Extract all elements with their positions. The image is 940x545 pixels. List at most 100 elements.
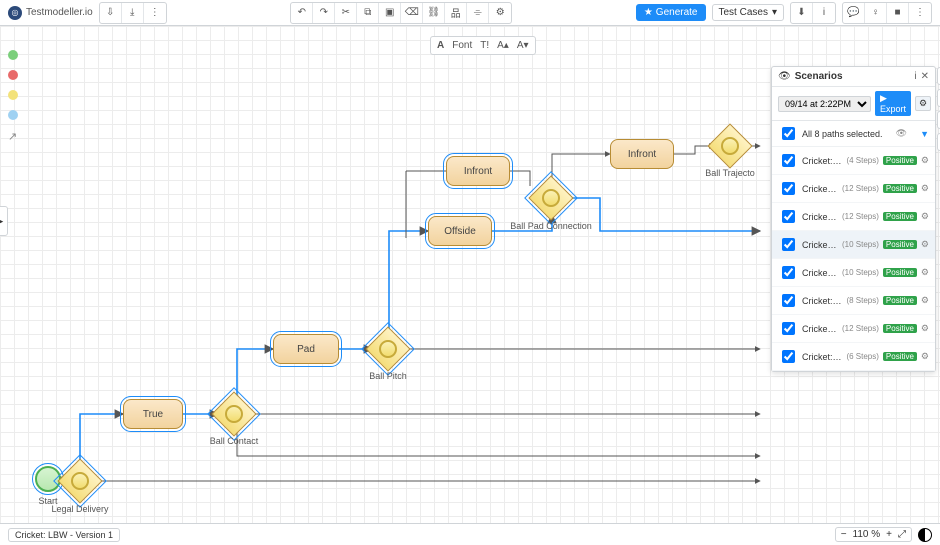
select-all-label: All 8 paths selected. (802, 129, 883, 139)
scenario-steps: (12 Steps) (842, 324, 879, 333)
rb-download-icon[interactable]: ⬇ (791, 3, 813, 23)
scenario-settings-icon[interactable]: ⚙ (921, 267, 929, 278)
scenario-item[interactable]: Cricket: LBW_Not Out3(10 Steps)Positive⚙ (772, 259, 935, 287)
scenarios-title: Scenarios (795, 71, 911, 82)
scenario-steps: (4 Steps) (846, 156, 878, 165)
scenario-item[interactable]: Cricket: LBW_Not Out5(6 Steps)Positive⚙ (772, 343, 935, 371)
settings-icon[interactable]: ⚙ (489, 3, 511, 23)
scenario-checkbox[interactable] (782, 182, 795, 195)
scenario-checkbox[interactable] (782, 238, 795, 251)
right-toolbar-2: 💬 ♀ ■ ⋮ (842, 2, 932, 24)
palette-connector-icon[interactable]: ↗ (8, 130, 18, 140)
node-infront1[interactable]: Infront (446, 156, 510, 186)
text-style-icon[interactable]: T! (480, 40, 489, 51)
gateway-ball-trajectory[interactable] (707, 123, 752, 168)
visibility-icon[interactable]: 👁 (896, 128, 907, 139)
palette-yellow[interactable] (8, 90, 18, 100)
gateway-ball-contact[interactable] (211, 391, 256, 436)
cut-icon[interactable]: ✂ (335, 3, 357, 23)
expand-handle[interactable]: ▸ (0, 206, 8, 236)
theme-toggle[interactable] (918, 528, 932, 542)
node-pad[interactable]: Pad (273, 334, 339, 364)
gateway-legal-delivery[interactable] (57, 458, 102, 503)
node-true[interactable]: True (123, 399, 183, 429)
scenario-settings-icon[interactable]: ⚙ (921, 295, 929, 306)
scenario-name: Cricket: LBW_Out (802, 184, 838, 194)
scenario-badge: Positive (883, 296, 917, 305)
scenarios-info-icon[interactable]: i (914, 71, 916, 82)
help-icon[interactable]: ♀ (865, 3, 887, 23)
tb-import-icon[interactable]: ⇩ (100, 3, 122, 23)
scenario-checkbox[interactable] (782, 322, 795, 335)
scenario-settings-icon[interactable]: ⚙ (921, 351, 929, 362)
scenario-item[interactable]: Cricket: LBW_Not Out2(10 Steps)Positive⚙ (772, 231, 935, 259)
node-start[interactable] (35, 466, 61, 492)
test-cases-dropdown[interactable]: Test Cases ▾ (712, 4, 785, 21)
scenario-item[interactable]: Cricket: LBW_Not Out(4 Steps)Positive⚙ (772, 147, 935, 175)
scenario-settings-icon[interactable]: ⚙ (921, 211, 929, 222)
undo-icon[interactable]: ↶ (291, 3, 313, 23)
zoom-in-icon[interactable]: + (886, 529, 892, 540)
scenario-steps: (10 Steps) (842, 268, 879, 277)
palette-green[interactable] (8, 50, 18, 60)
align-icon[interactable]: ⌯ (467, 3, 489, 23)
zoom-control[interactable]: − 110 % + ⤢ (835, 527, 912, 542)
scenario-item[interactable]: Cricket: LBW_Out(12 Steps)Positive⚙ (772, 175, 935, 203)
gateway-ball-pad[interactable] (528, 175, 573, 220)
scenario-checkbox[interactable] (782, 294, 795, 307)
zoom-out-icon[interactable]: − (841, 529, 847, 540)
redo-icon[interactable]: ↷ (313, 3, 335, 23)
scenario-checkbox[interactable] (782, 154, 795, 167)
file-name[interactable]: Cricket: LBW - Version 1 (8, 528, 120, 542)
menu-icon[interactable]: ⋮ (909, 3, 931, 23)
tb-more-icon[interactable]: ⋮ (144, 3, 166, 23)
scenario-checkbox[interactable] (782, 210, 795, 223)
palette-blue[interactable] (8, 110, 18, 120)
scenario-checkbox[interactable] (782, 350, 795, 363)
font-decrease-icon[interactable]: A▾ (517, 40, 529, 51)
filter-icon[interactable]: ▼ (920, 129, 929, 139)
scenario-steps: (8 Steps) (846, 296, 878, 305)
gateway-ball-pitch[interactable] (365, 326, 410, 371)
select-all-checkbox[interactable] (782, 127, 795, 140)
options-icon[interactable]: ⚙ (915, 96, 931, 111)
scenario-settings-icon[interactable]: ⚙ (921, 323, 929, 334)
scenario-steps: (6 Steps) (846, 352, 878, 361)
rb-info-icon[interactable]: i (813, 3, 835, 23)
snapshot-select[interactable]: 09/14 at 2:22PM (778, 96, 871, 112)
scenario-item[interactable]: Cricket: LBW_Out1(12 Steps)Positive⚙ (772, 315, 935, 343)
node-infront2[interactable]: Infront (610, 139, 674, 169)
brand: ◎ Testmodeller.io (8, 6, 93, 20)
font-select[interactable]: Font (452, 40, 472, 51)
scenario-name: Cricket: LBW_Not Out1 (802, 212, 838, 222)
scenarios-close-icon[interactable]: ✕ (921, 71, 929, 82)
font-increase-icon[interactable]: A▴ (497, 40, 509, 51)
scenario-badge: Positive (883, 352, 917, 361)
record-icon[interactable]: ■ (887, 3, 909, 23)
tb-download-icon[interactable]: ⤓ (122, 3, 144, 23)
generate-button[interactable]: ★ Generate (636, 4, 706, 21)
eye-icon[interactable]: 👁 (778, 71, 791, 82)
gateway-ball-pitch-label: Ball Pitch (369, 371, 407, 381)
hierarchy-icon[interactable]: 品 (445, 3, 467, 23)
chat-icon[interactable]: 💬 (843, 3, 865, 23)
scenario-checkbox[interactable] (782, 266, 795, 279)
scenario-badge: Positive (883, 212, 917, 221)
brand-name: Testmodeller.io (26, 7, 93, 18)
scenario-settings-icon[interactable]: ⚙ (921, 183, 929, 194)
paste-icon[interactable]: ▣ (379, 3, 401, 23)
node-offside[interactable]: Offside (428, 216, 492, 246)
palette-red[interactable] (8, 70, 18, 80)
scenario-item[interactable]: Cricket: LBW_Not Out4(8 Steps)Positive⚙ (772, 287, 935, 315)
scenario-steps: (12 Steps) (842, 212, 879, 221)
scenario-settings-icon[interactable]: ⚙ (921, 239, 929, 250)
delete-icon[interactable]: ⌫ (401, 3, 423, 23)
scenario-settings-icon[interactable]: ⚙ (921, 155, 929, 166)
link-icon[interactable]: ⛓ (423, 3, 445, 23)
scenario-item[interactable]: Cricket: LBW_Not Out1 (12 Steps) Positive ⚙ (772, 203, 935, 231)
gateway-ball-contact-label: Ball Contact (210, 436, 259, 446)
export-button[interactable]: ▶ Export (875, 91, 911, 116)
font-color-icon[interactable]: A (437, 40, 444, 51)
fit-icon[interactable]: ⤢ (898, 529, 906, 540)
copy-icon[interactable]: ⧉ (357, 3, 379, 23)
